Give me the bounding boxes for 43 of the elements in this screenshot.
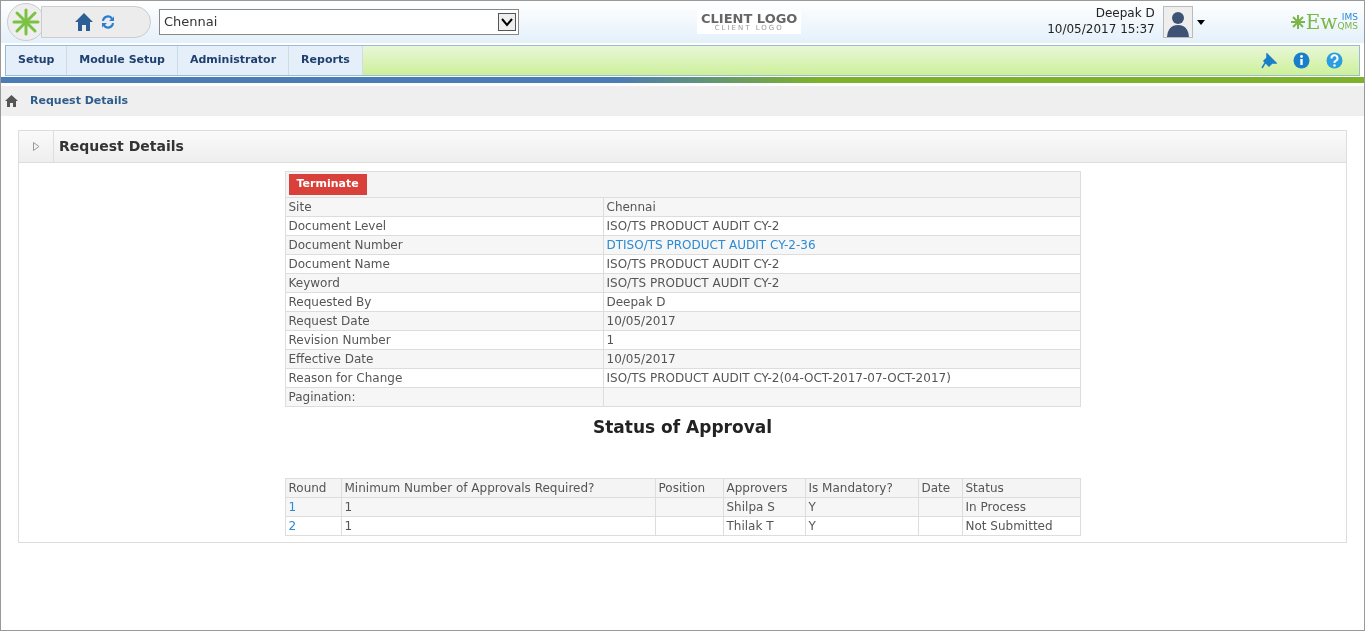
table-cell: 1: [341, 516, 655, 536]
column-header: Minimum Number of Approvals Required?: [341, 478, 655, 498]
menu-item[interactable]: Administrator: [178, 46, 290, 75]
refresh-icon[interactable]: [100, 14, 116, 30]
avatar-icon[interactable]: [1162, 6, 1193, 38]
field-label: Document Level: [285, 216, 603, 235]
field-label: Document Name: [285, 254, 603, 273]
field-label: Revision Number: [285, 330, 603, 349]
column-header: Round: [285, 478, 341, 498]
table-cell: Thilak T: [723, 516, 805, 536]
table-cell: Not Submitted: [962, 516, 1080, 536]
table-cell: Y: [805, 516, 918, 536]
column-header: Is Mandatory?: [805, 478, 918, 498]
field-value: ISO/TS PRODUCT AUDIT CY-2(04-OCT-2017-07-OCT-2017): [603, 368, 1080, 387]
info-icon[interactable]: [1293, 52, 1310, 69]
field-value: Deepak D: [603, 292, 1080, 311]
panel-title: Request Details: [58, 137, 184, 156]
breadcrumb-link[interactable]: Request Details: [30, 92, 129, 110]
column-header: Date: [918, 478, 962, 498]
home-icon[interactable]: [5, 95, 18, 107]
section-title: Status of Approval: [591, 415, 773, 439]
expand-icon[interactable]: [32, 142, 40, 151]
help-icon[interactable]: [1326, 52, 1343, 69]
menu-item[interactable]: Module Setup: [67, 46, 178, 75]
field-value: ISO/TS PRODUCT AUDIT CY-2: [603, 216, 1080, 235]
caret-icon[interactable]: [1196, 19, 1205, 25]
home-icon[interactable]: [74, 12, 94, 32]
field-label: Requested By: [285, 292, 603, 311]
caret-icon[interactable]: [498, 13, 516, 31]
terminate-button[interactable]: Terminate: [288, 174, 367, 195]
column-header: Approvers: [723, 478, 805, 498]
site-dropdown[interactable]: Chennai: [159, 9, 519, 35]
user-name: Deepak D: [1094, 6, 1155, 22]
field-label: Reason for Change: [285, 368, 603, 387]
round-link[interactable]: 2: [288, 519, 297, 533]
column-header: Status: [962, 478, 1080, 498]
pin-icon[interactable]: [1261, 52, 1277, 69]
date-time: 10/05/2017 15:37: [1047, 22, 1155, 38]
field-value: ISO/TS PRODUCT AUDIT CY-2: [603, 254, 1080, 273]
column-header: Position: [655, 478, 723, 498]
menu-item[interactable]: Setup: [6, 46, 68, 75]
field-value: 1: [603, 330, 1080, 349]
menu-item[interactable]: Reports: [289, 46, 363, 75]
